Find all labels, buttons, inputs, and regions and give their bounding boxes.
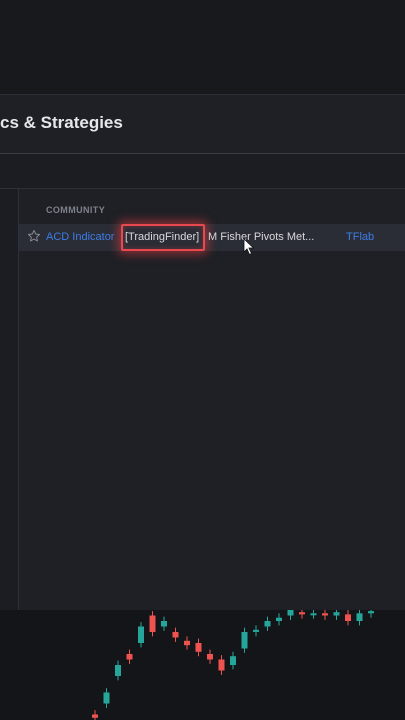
indicator-result-row[interactable]: ACD Indicator [TradingFinder] M Fisher P… — [19, 224, 405, 251]
candle-body — [322, 613, 328, 616]
candle-body — [149, 615, 156, 632]
candle-body — [103, 692, 110, 704]
star-outline-icon[interactable] — [27, 229, 41, 243]
dialog-toolbar-strip — [0, 154, 405, 188]
candle-body — [241, 632, 248, 649]
candle-body — [356, 613, 363, 621]
candle-body — [276, 617, 282, 621]
mouse-pointer-icon — [243, 238, 255, 256]
candle-body — [126, 654, 133, 660]
dialog-title: cs & Strategies — [0, 113, 123, 132]
candle-body — [195, 643, 202, 652]
candle-body — [299, 612, 305, 615]
indicator-name-rest[interactable]: M Fisher Pivots Met... — [208, 231, 314, 243]
candle-body — [287, 610, 294, 616]
top-background — [0, 0, 405, 94]
candle-body — [218, 659, 225, 671]
price-chart — [0, 610, 405, 720]
indicator-name-highlight[interactable]: [TradingFinder] — [125, 231, 199, 243]
candle-body — [310, 613, 317, 616]
author-link[interactable]: TFlab — [346, 231, 374, 243]
candle-body — [345, 614, 351, 621]
toolbar-divider — [0, 188, 405, 189]
candle-body — [264, 621, 271, 627]
candle-body — [172, 632, 179, 638]
candle-body — [138, 626, 144, 643]
indicator-name-prefix[interactable]: ACD Indicator — [46, 231, 114, 243]
highlighted-name-tag: [TradingFinder] — [121, 224, 205, 251]
indicators-dialog: cs & Strategies COMMUNITY ACD Indicator … — [0, 94, 405, 611]
candle-body — [333, 612, 340, 616]
category-sidebar — [0, 189, 19, 611]
candle-body — [368, 611, 374, 614]
candle-body — [253, 629, 259, 632]
candle-body — [230, 656, 236, 665]
candle-body — [92, 714, 98, 718]
candle-body — [161, 621, 167, 627]
candlestick-chart — [92, 610, 374, 720]
candle-body — [207, 654, 213, 660]
candle-body — [115, 665, 121, 676]
candle-body — [184, 640, 190, 646]
section-header-community: COMMUNITY — [46, 205, 106, 215]
